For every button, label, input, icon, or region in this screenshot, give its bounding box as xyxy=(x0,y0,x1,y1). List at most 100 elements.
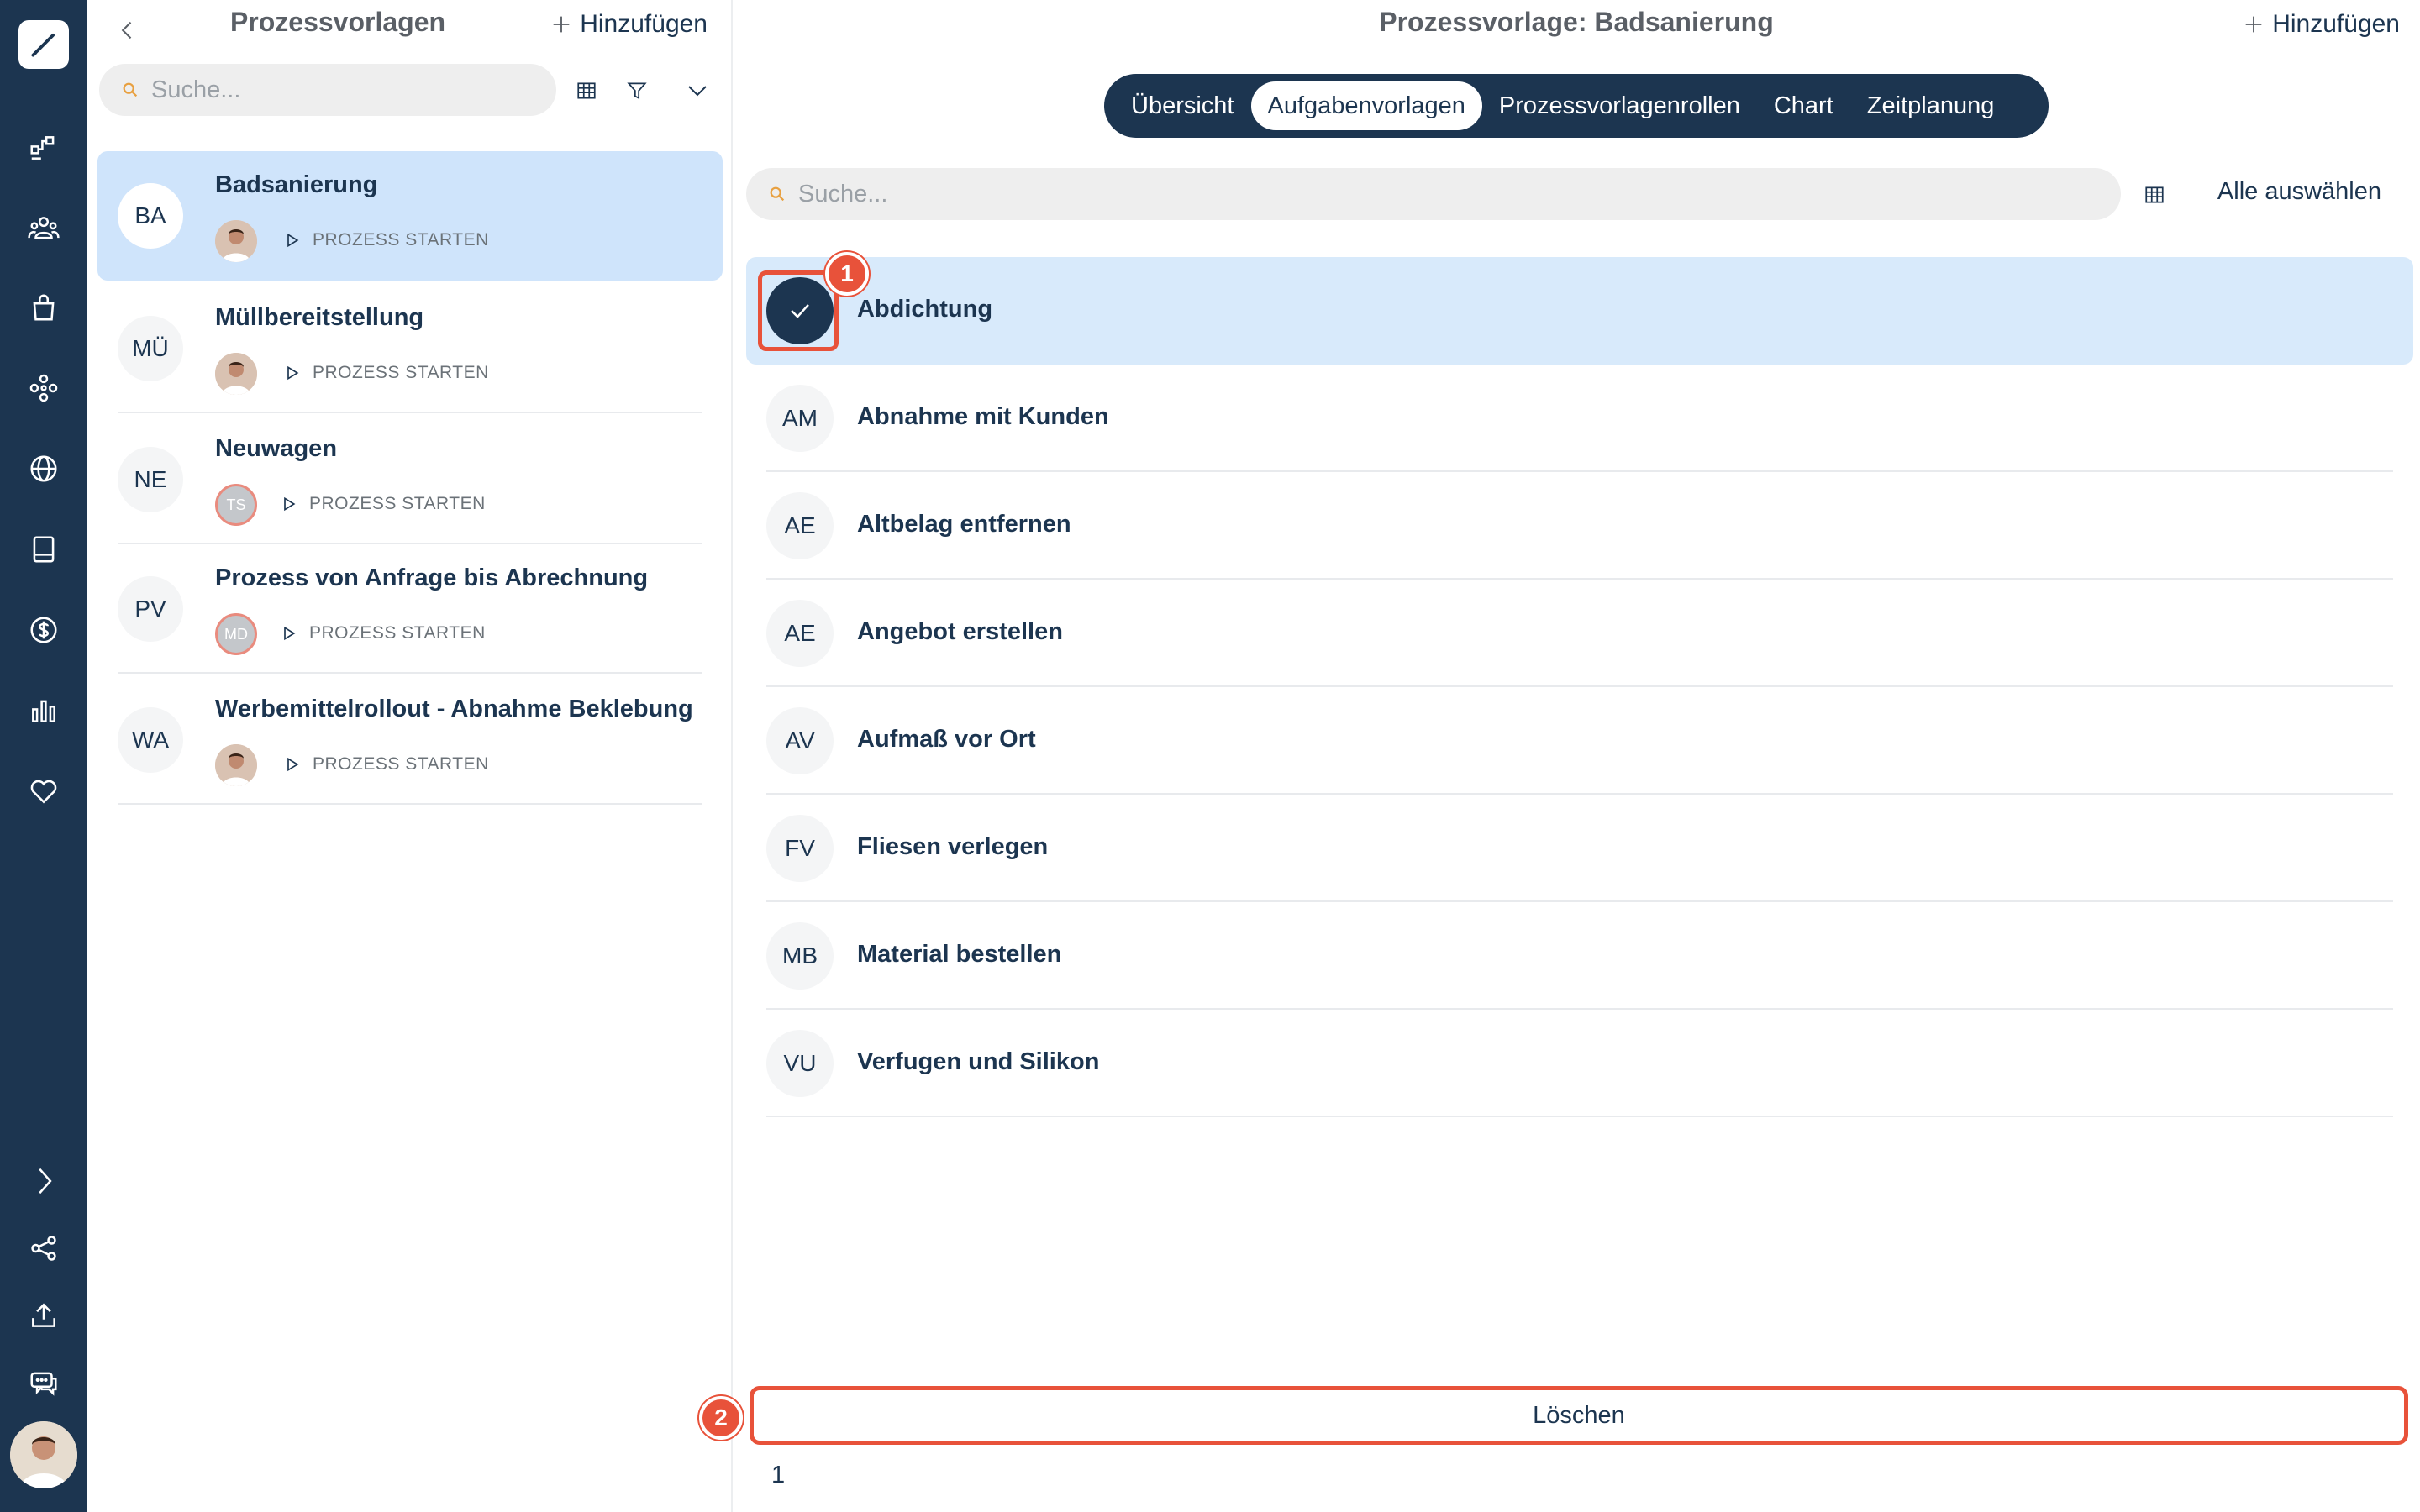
task-row[interactable]: AE Altbelag entfernen xyxy=(746,472,2413,580)
chat-icon[interactable] xyxy=(22,1361,66,1404)
template-item-werbemittelrollout[interactable]: WA Werbemittelrollout - Abnahme Beklebun… xyxy=(97,675,723,805)
add-template-label: Hinzufügen xyxy=(580,10,708,38)
bar-chart-icon[interactable] xyxy=(22,689,66,732)
task-name: Abdichtung xyxy=(857,296,993,323)
template-item-muellbereitstellung[interactable]: MÜ Müllbereitstellung PROZESS STARTEN xyxy=(97,284,723,413)
task-name: Fliesen verlegen xyxy=(857,833,1049,860)
template-initials: BA xyxy=(118,183,183,249)
table-view-icon[interactable] xyxy=(2138,178,2171,212)
task-search-placeholder: Suche... xyxy=(798,180,888,207)
people-icon[interactable] xyxy=(22,207,66,250)
list-title: Prozessvorlagen xyxy=(229,7,446,37)
tab-uebersicht[interactable]: Übersicht xyxy=(1114,81,1251,130)
plus-icon xyxy=(553,16,570,33)
task-initials: VU xyxy=(766,1030,834,1097)
task-row-abdichtung[interactable]: 1 Abdichtung xyxy=(746,252,2413,365)
play-icon xyxy=(287,365,299,381)
search-icon xyxy=(123,82,138,97)
divider xyxy=(118,412,702,413)
template-name: Prozess von Anfrage bis Abrechnung xyxy=(215,564,649,591)
chevron-down-icon[interactable] xyxy=(681,74,714,108)
dollar-icon[interactable] xyxy=(22,608,66,652)
task-row[interactable]: AV Aufmaß vor Ort xyxy=(746,687,2413,795)
filter-icon[interactable] xyxy=(620,74,654,108)
task-search-input[interactable]: Suche... xyxy=(746,168,2121,220)
add-task-button[interactable]: Hinzufügen xyxy=(2242,10,2400,39)
task-name: Material bestellen xyxy=(857,941,1062,968)
task-row[interactable]: AM Abnahme mit Kunden xyxy=(746,365,2413,472)
task-initials: FV xyxy=(766,815,834,882)
task-row[interactable]: VU Verfugen und Silikon xyxy=(746,1010,2413,1117)
table-view-icon[interactable] xyxy=(570,74,603,108)
tab-chart[interactable]: Chart xyxy=(1757,81,1850,130)
start-process-label: PROZESS STARTEN xyxy=(313,363,489,382)
task-initials: AV xyxy=(766,707,834,774)
owner-avatar xyxy=(215,353,257,395)
start-process-button[interactable]: PROZESS STARTEN xyxy=(281,623,486,643)
task-initials: AE xyxy=(766,600,834,667)
play-icon xyxy=(284,496,296,512)
tab-prozessvorlagenrollen[interactable]: Prozessvorlagenrollen xyxy=(1482,81,1757,130)
divider xyxy=(118,803,702,805)
task-row[interactable]: FV Fliesen verlegen xyxy=(746,795,2413,902)
search-icon xyxy=(770,186,785,202)
owner-initials-badge: MD xyxy=(215,613,257,655)
template-list-panel: Prozessvorlagen Hinzufügen Suche... BA B… xyxy=(87,0,733,1512)
task-initials: AE xyxy=(766,492,834,559)
task-name: Abnahme mit Kunden xyxy=(857,403,1109,430)
annotation-step-badge: 2 xyxy=(699,1396,743,1440)
heart-icon[interactable] xyxy=(22,769,66,813)
logo-pen-icon[interactable] xyxy=(18,20,69,69)
shopping-bag-icon[interactable] xyxy=(22,286,66,329)
book-icon[interactable] xyxy=(22,528,66,571)
owner-avatar xyxy=(215,220,257,262)
start-process-label: PROZESS STARTEN xyxy=(313,754,489,774)
template-item-prozess-anfrage[interactable]: PV Prozess von Anfrage bis Abrechnung MD… xyxy=(97,544,723,674)
template-search-placeholder: Suche... xyxy=(151,76,241,103)
tab-aufgabenvorlagen[interactable]: Aufgabenvorlagen xyxy=(1250,81,1482,130)
delete-button[interactable]: Löschen xyxy=(750,1386,2408,1445)
template-item-badsanierung[interactable]: BA Badsanierung PROZESS STARTEN xyxy=(97,151,723,281)
process-icon[interactable] xyxy=(22,126,66,170)
task-initials: AM xyxy=(766,385,834,452)
template-name: Badsanierung xyxy=(215,171,378,198)
template-name: Neuwagen xyxy=(215,435,338,462)
task-row[interactable]: MB Material bestellen xyxy=(746,902,2413,1010)
start-process-label: PROZESS STARTEN xyxy=(313,230,489,249)
select-all-button[interactable]: Alle auswählen xyxy=(2217,178,2381,206)
globe-icon[interactable] xyxy=(22,447,66,491)
start-process-label: PROZESS STARTEN xyxy=(309,623,486,643)
task-name: Verfugen und Silikon xyxy=(857,1048,1100,1075)
template-item-neuwagen[interactable]: NE Neuwagen TS PROZESS STARTEN xyxy=(97,415,723,544)
add-task-label: Hinzufügen xyxy=(2272,10,2400,38)
start-process-button[interactable]: PROZESS STARTEN xyxy=(284,754,489,774)
tab-zeitplanung[interactable]: Zeitplanung xyxy=(1850,81,2012,130)
chevron-right-icon[interactable] xyxy=(22,1159,66,1203)
start-process-button[interactable]: PROZESS STARTEN xyxy=(284,363,489,383)
add-template-button[interactable]: Hinzufügen xyxy=(550,10,708,39)
template-name: Müllbereitstellung xyxy=(215,304,424,331)
owner-initials-badge: TS xyxy=(215,484,257,526)
play-icon xyxy=(287,233,299,248)
plus-icon xyxy=(2245,16,2262,33)
play-icon xyxy=(287,757,299,772)
divider xyxy=(766,1116,2393,1117)
page-title: Prozessvorlage: Badsanierung xyxy=(1379,7,1774,37)
template-initials: MÜ xyxy=(118,316,183,381)
selected-count: 1 xyxy=(771,1462,786,1488)
template-initials: WA xyxy=(118,707,183,773)
network-icon[interactable] xyxy=(22,366,66,410)
tab-bar: Übersicht Aufgabenvorlagen Prozessvorlag… xyxy=(1104,74,2049,138)
owner-avatar xyxy=(215,744,257,786)
start-process-button[interactable]: PROZESS STARTEN xyxy=(284,230,489,250)
task-name: Angebot erstellen xyxy=(857,618,1063,645)
share-icon[interactable] xyxy=(22,1226,66,1270)
start-process-button[interactable]: PROZESS STARTEN xyxy=(281,494,486,514)
play-icon xyxy=(284,626,296,641)
upload-icon[interactable] xyxy=(22,1294,66,1337)
user-avatar[interactable] xyxy=(10,1421,77,1488)
divider xyxy=(118,672,702,674)
task-name: Aufmaß vor Ort xyxy=(857,726,1036,753)
template-search-input[interactable]: Suche... xyxy=(99,64,556,116)
task-row[interactable]: AE Angebot erstellen xyxy=(746,580,2413,687)
